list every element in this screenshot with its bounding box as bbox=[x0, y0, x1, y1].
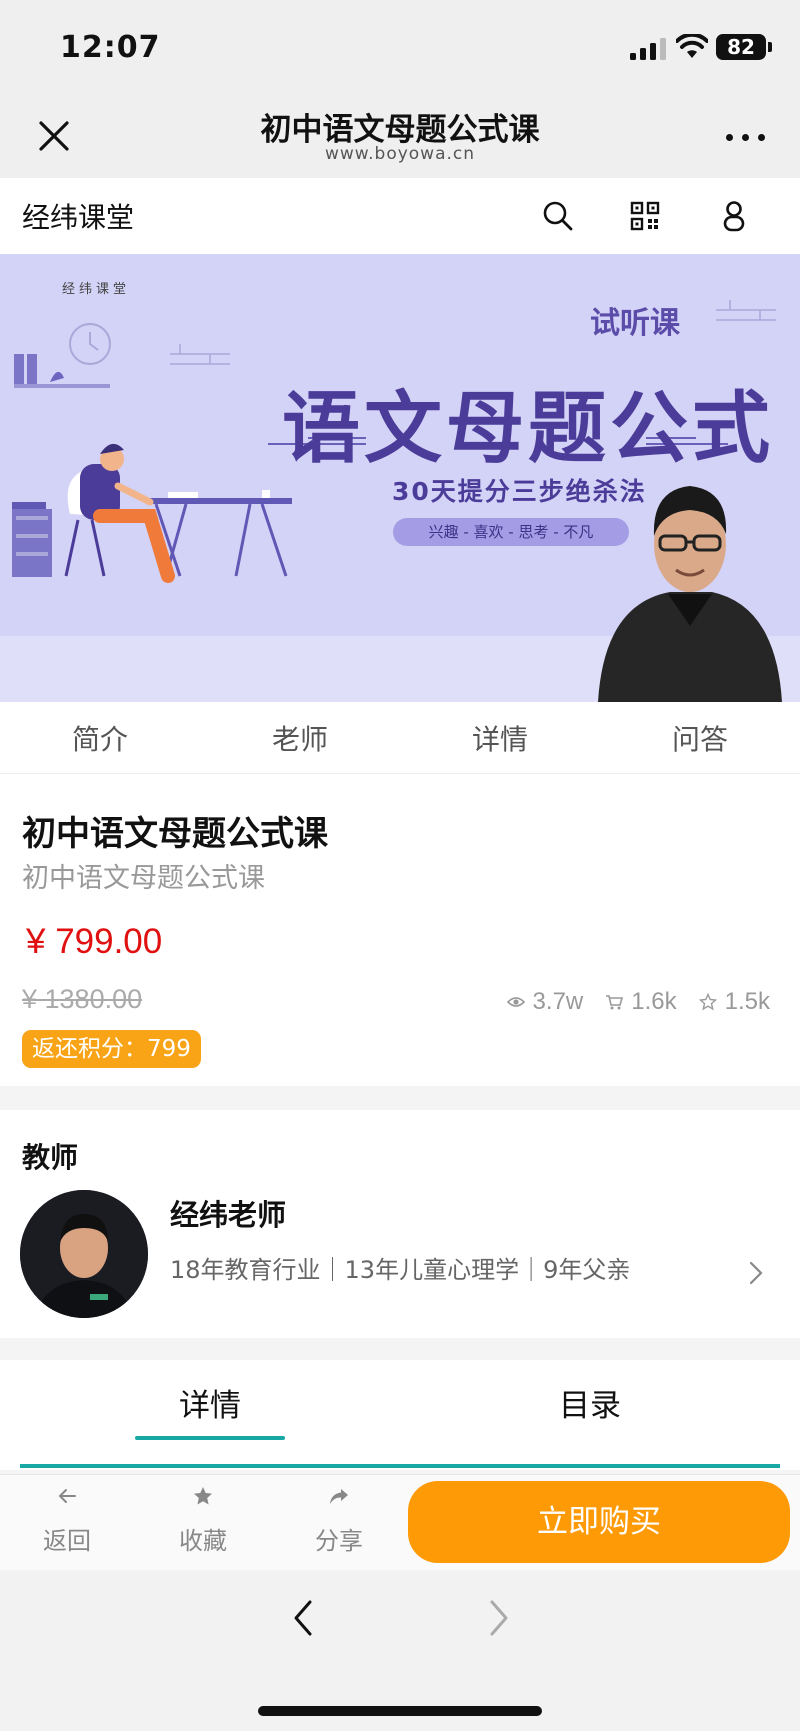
sales-count: 1.6k bbox=[631, 988, 677, 1015]
arrow-left-icon bbox=[58, 1489, 76, 1503]
chevron-right-icon[interactable] bbox=[486, 1598, 512, 1638]
page-url: www.boyowa.cn bbox=[324, 144, 476, 164]
search-icon[interactable] bbox=[538, 196, 578, 236]
banner-subtitle: 30天提分三步绝杀法 bbox=[392, 477, 647, 506]
share-label: 分享 bbox=[315, 1527, 363, 1555]
teacher-card[interactable]: 教师 经纬老师 18年教育行业｜13年儿童心理学｜9年父亲 bbox=[0, 1110, 800, 1338]
chevron-left-icon[interactable] bbox=[290, 1598, 316, 1638]
favorites-count: 1.5k bbox=[724, 988, 770, 1015]
status-bar: 12:07 82 bbox=[0, 0, 800, 96]
back-button[interactable]: 返回 bbox=[22, 1485, 112, 1556]
course-banner[interactable]: 经纬课堂 试听课 语文母题公式 30天提分三步绝杀法 兴趣 - 喜欢 - 思考 … bbox=[0, 254, 800, 702]
views-stat: 3.7w bbox=[506, 988, 584, 1016]
tab-teacher[interactable]: 老师 bbox=[250, 718, 350, 758]
banner-trial-label: 试听课 bbox=[590, 306, 680, 341]
user-icon[interactable] bbox=[714, 196, 754, 236]
page-title: 初中语文母题公式课 bbox=[260, 112, 540, 148]
browser-toolbar bbox=[0, 1570, 800, 1731]
wifi-icon bbox=[676, 34, 708, 58]
banner-tagline: 兴趣 - 喜欢 - 思考 - 不凡 bbox=[393, 518, 629, 546]
qrcode-icon[interactable] bbox=[625, 196, 665, 236]
star-icon bbox=[698, 993, 717, 1011]
teacher-avatar bbox=[20, 1190, 148, 1318]
tab-intro[interactable]: 简介 bbox=[50, 718, 150, 758]
battery-indicator: 82 bbox=[716, 34, 772, 60]
sales-stat: 1.6k bbox=[605, 988, 677, 1016]
favorites-stat: 1.5k bbox=[698, 988, 770, 1016]
banner-brand: 经纬课堂 bbox=[62, 282, 131, 297]
product-price: ¥ 799.00 bbox=[26, 922, 163, 961]
star-icon bbox=[194, 1487, 212, 1505]
bottom-action-bar: 返回 收藏 分享 立即购买 bbox=[0, 1474, 800, 1570]
site-header: 经纬课堂 bbox=[0, 178, 800, 254]
teacher-avatar-image bbox=[20, 1190, 148, 1318]
product-old-price: ¥ 1380.00 bbox=[22, 984, 143, 1014]
share-button[interactable]: 分享 bbox=[294, 1485, 384, 1556]
site-name[interactable]: 经纬课堂 bbox=[22, 196, 134, 236]
teacher-name: 经纬老师 bbox=[170, 1198, 287, 1232]
chevron-right-icon[interactable] bbox=[748, 1260, 764, 1286]
product-title: 初中语文母题公式课 bbox=[22, 814, 328, 854]
favorite-label: 收藏 bbox=[179, 1527, 227, 1555]
detail-tabs: 详情 目录 bbox=[0, 1360, 800, 1470]
teacher-description: 18年教育行业｜13年儿童心理学｜9年父亲 bbox=[170, 1256, 631, 1284]
product-stats: 3.7w 1.6k 1.5k bbox=[506, 988, 770, 1016]
product-subtitle: 初中语文母题公式课 bbox=[22, 863, 265, 894]
signal-icon bbox=[630, 38, 666, 60]
tab-qa[interactable]: 问答 bbox=[650, 718, 750, 758]
cart-icon bbox=[606, 995, 624, 1010]
eye-icon bbox=[506, 997, 525, 1007]
share-icon bbox=[330, 1489, 348, 1504]
tab-details[interactable]: 详情 bbox=[450, 718, 550, 758]
tab-detail-content[interactable]: 详情 bbox=[110, 1380, 310, 1425]
tab-catalog[interactable]: 目录 bbox=[490, 1380, 690, 1425]
teacher-heading: 教师 bbox=[22, 1141, 79, 1174]
buy-now-button[interactable]: 立即购买 bbox=[408, 1481, 790, 1563]
favorite-button[interactable]: 收藏 bbox=[158, 1485, 248, 1556]
banner-title: 语文母题公式 bbox=[282, 384, 775, 474]
section-tabs: 简介 老师 详情 问答 bbox=[0, 702, 800, 774]
status-time: 12:07 bbox=[60, 30, 161, 65]
content-divider bbox=[20, 1464, 780, 1468]
more-icon[interactable] bbox=[724, 122, 768, 152]
back-label: 返回 bbox=[43, 1527, 91, 1555]
active-tab-indicator bbox=[135, 1436, 285, 1440]
product-info: 初中语文母题公式课 初中语文母题公式课 ¥ 799.00 ¥ 1380.00 3… bbox=[0, 774, 800, 1086]
home-indicator[interactable] bbox=[258, 1706, 542, 1716]
browser-header: 初中语文母题公式课 www.boyowa.cn bbox=[0, 96, 800, 178]
views-count: 3.7w bbox=[532, 988, 584, 1015]
points-badge: 返还积分：799 bbox=[22, 1030, 201, 1068]
